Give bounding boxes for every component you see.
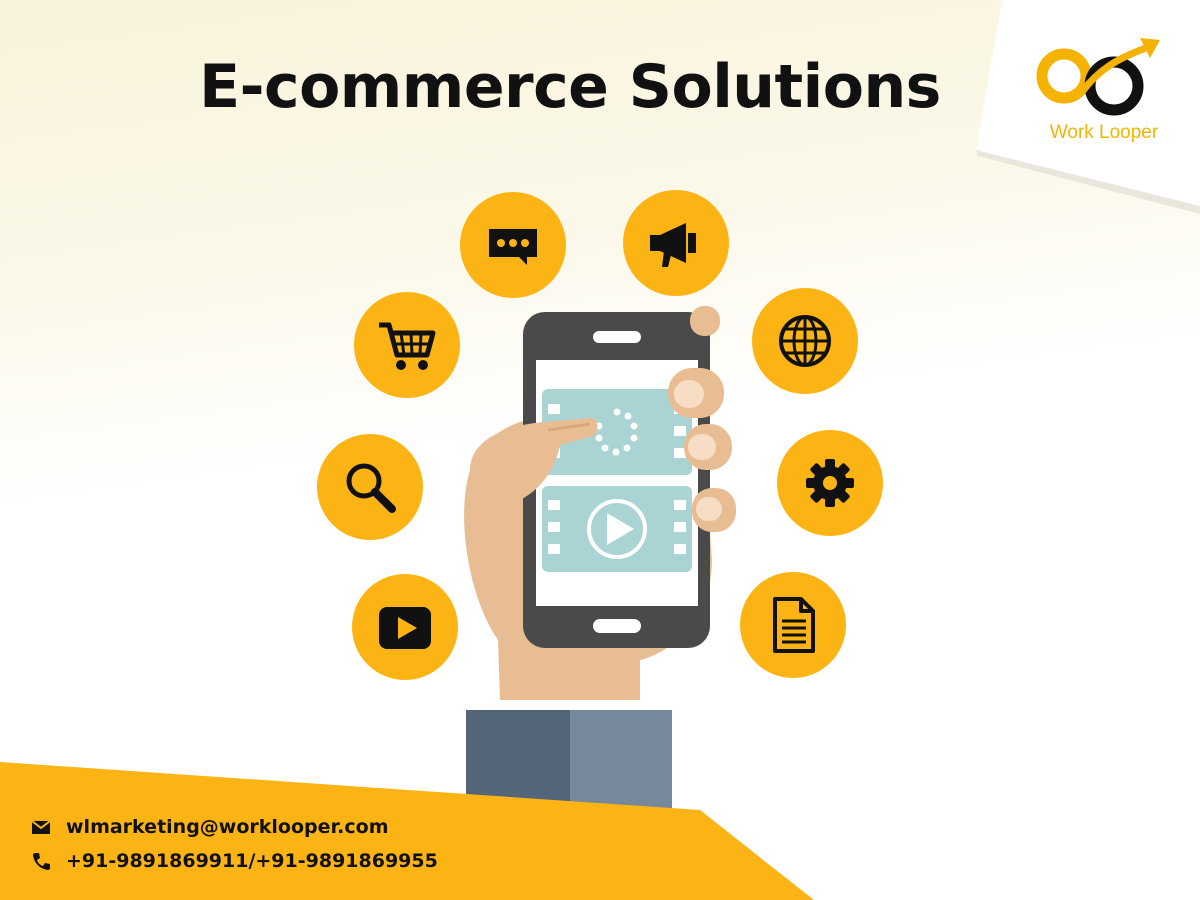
play-circle xyxy=(352,574,458,680)
document-icon xyxy=(773,597,815,653)
gear-icon xyxy=(806,459,854,507)
search-icon xyxy=(346,463,396,513)
cart-circle xyxy=(354,292,460,398)
play-button-icon xyxy=(379,607,431,649)
phone-home-button xyxy=(593,619,641,633)
globe-circle xyxy=(752,288,858,394)
gear-circle xyxy=(777,430,883,536)
megaphone-icon xyxy=(650,223,696,267)
phone-illustration xyxy=(464,306,736,700)
globe-icon xyxy=(779,315,831,367)
phone-speaker xyxy=(593,331,641,343)
chat-icon xyxy=(489,229,537,265)
phone-text: +91-9891869911/+91-9891869955 xyxy=(66,850,438,872)
megaphone-circle xyxy=(623,190,729,296)
envelope-icon xyxy=(31,820,51,834)
phone-icon xyxy=(33,853,50,870)
email-contact: wlmarketing@worklooper.com xyxy=(30,815,389,839)
document-circle xyxy=(740,572,846,678)
shopping-cart-icon xyxy=(379,322,436,370)
search-circle xyxy=(317,434,423,540)
phone-contact: +91-9891869911/+91-9891869955 xyxy=(30,849,438,873)
chat-circle xyxy=(460,192,566,298)
email-text: wlmarketing@worklooper.com xyxy=(66,816,389,838)
